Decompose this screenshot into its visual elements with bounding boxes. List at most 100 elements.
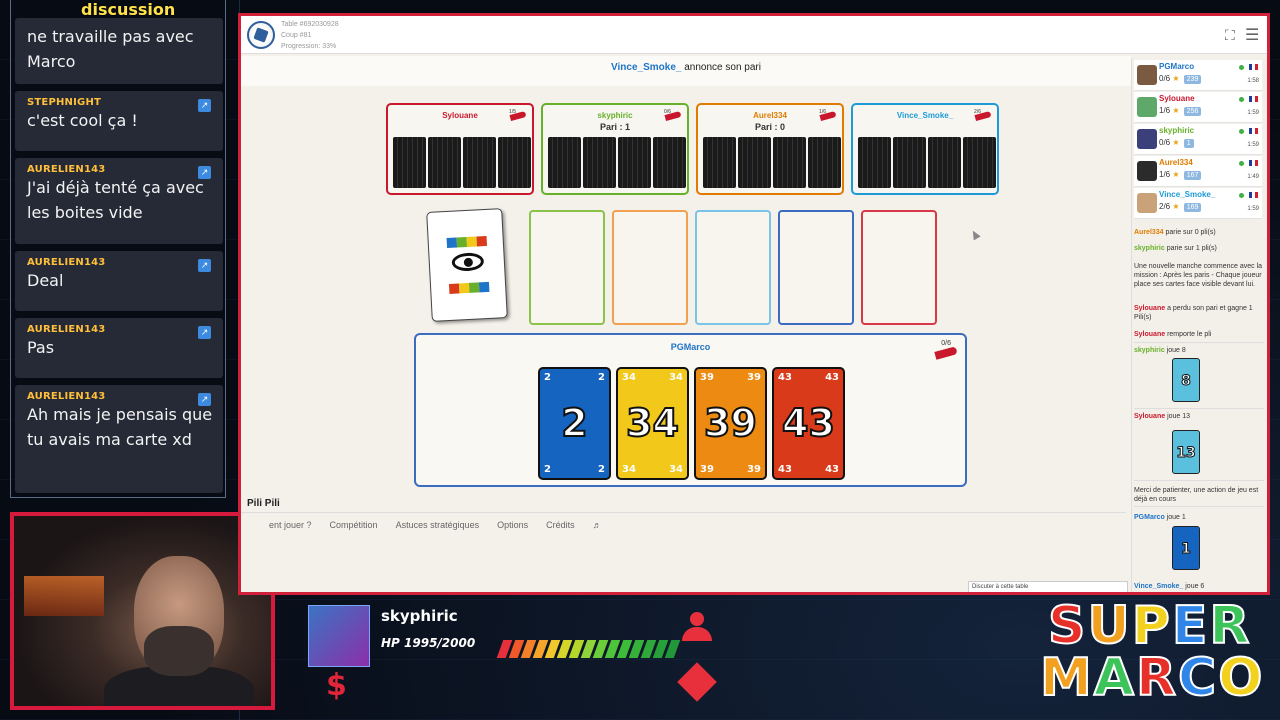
- play-slot-aurel334: [612, 210, 688, 325]
- online-status-icon: [1239, 97, 1244, 102]
- chat-message-user: AURELIEN143: [27, 257, 106, 268]
- hamburger-menu-icon[interactable]: ☰: [1245, 25, 1259, 44]
- chat-message-user: STEPHNIGHT: [27, 97, 102, 108]
- card-back: [773, 137, 806, 188]
- mouse-cursor-icon: [969, 228, 981, 241]
- divider: [241, 512, 1126, 513]
- boardgamearena-logo-icon[interactable]: [247, 21, 275, 49]
- log-entry: Vince_Smoke_ joue 6: [1134, 583, 1205, 590]
- play-slot-vince-smoke: [695, 210, 771, 325]
- card-back: [583, 137, 616, 188]
- game-tabs: ent jouer ? Compétition Astuces stratégi…: [269, 520, 602, 530]
- chat-message: AURELIEN143 Ah mais je pensais que tu av…: [15, 385, 223, 493]
- twitch-badge-icon: ↗: [198, 326, 211, 339]
- log-card: 8: [1172, 358, 1200, 402]
- table-info: Table #692030928 Coup #81 Progression: 3…: [281, 19, 339, 52]
- player-panel-name[interactable]: skyphiric: [1159, 126, 1194, 135]
- divider: [1134, 342, 1264, 343]
- avatar: [1137, 193, 1157, 213]
- log-entry: PGMarco joue 1: [1134, 514, 1186, 521]
- player-panel-name[interactable]: Sylouane: [1159, 94, 1195, 103]
- table-chat-input[interactable]: Discuter à cette table: [968, 581, 1128, 592]
- fullscreen-icon[interactable]: ⛶: [1225, 28, 1235, 44]
- hand-card-value: 43: [781, 400, 836, 446]
- hud-avatar: [308, 605, 370, 667]
- hand-card[interactable]: 39 39 39 39 39: [694, 367, 767, 480]
- opponent-board: skyphiric Pari : 1 0/6: [541, 103, 689, 195]
- webcam-background-shelf: [24, 576, 104, 616]
- france-flag-icon: [1249, 192, 1258, 198]
- player-panel-name[interactable]: Vince_Smoke_: [1159, 190, 1215, 199]
- chat-message: AURELIEN143 Pas ↗: [15, 318, 223, 378]
- opponent-pari: [853, 122, 997, 133]
- online-status-icon: [1239, 193, 1244, 198]
- hud-player-name: skyphiric: [381, 607, 458, 625]
- hand-score: 0/6: [941, 340, 951, 347]
- chat-message: AURELIEN143 Deal ↗: [15, 251, 223, 311]
- card-back: [963, 137, 996, 188]
- log-entry: Merci de patienter, une action de jeu es…: [1134, 487, 1259, 503]
- player-panel-score: 2/6 ★ 169: [1159, 202, 1202, 212]
- music-icon[interactable]: ♬: [593, 520, 602, 530]
- opponent-board: Sylouane 1/5: [386, 103, 534, 195]
- card-back: [808, 137, 841, 188]
- log-entry: Sylouane a perdu son pari et gagne 1 Pil…: [1134, 305, 1253, 321]
- tab-options[interactable]: Options: [497, 520, 528, 530]
- tab-how-to-play[interactable]: ent jouer ?: [269, 520, 312, 530]
- card-back: [738, 137, 771, 188]
- tab-strategy-tips[interactable]: Astuces stratégiques: [396, 520, 480, 530]
- chat-message-user: AURELIEN143: [27, 391, 106, 402]
- opponent-pari: Pari : 1: [599, 122, 630, 132]
- hud-currency-icon: $: [326, 668, 347, 703]
- log-card: 13: [1172, 430, 1200, 474]
- card-back: [393, 137, 426, 188]
- twitch-badge-icon: ↗: [198, 99, 211, 112]
- mission-card-stripe: [446, 235, 488, 249]
- divider: [1134, 408, 1264, 409]
- player-panel-name[interactable]: Aurel334: [1159, 158, 1193, 167]
- card-back: [653, 137, 686, 188]
- log-entry: Aurel334 parie sur 0 pli(s): [1134, 229, 1216, 236]
- webcam-person-beard: [144, 626, 214, 676]
- player-hand: PGMarco 0/6 22 2 22 34 34 34 34 34 39 39 39…: [414, 333, 967, 487]
- opponent-hand: [548, 137, 686, 188]
- player-panel-time: 1:59: [1247, 110, 1259, 116]
- twitch-badge-icon: ↗: [198, 259, 211, 272]
- opponent-board: Aurel334 Pari : 0 1/6: [696, 103, 844, 195]
- tab-credits[interactable]: Crédits: [546, 520, 575, 530]
- online-status-icon: [1239, 161, 1244, 166]
- france-flag-icon: [1249, 64, 1258, 70]
- divider: [1134, 480, 1264, 481]
- announce-user[interactable]: Vince_Smoke_: [611, 62, 681, 73]
- card-back: [548, 137, 581, 188]
- announce-message: annonce son pari: [681, 62, 761, 73]
- player-panel-entry[interactable]: Vince_Smoke_ 2/6 ★ 169 1:59: [1134, 188, 1262, 219]
- game-topbar: Table #692030928 Coup #81 Progression: 3…: [241, 16, 1267, 54]
- card-back: [463, 137, 496, 188]
- player-panel-entry[interactable]: skyphiric 0/6 ★ 1 1:59: [1134, 124, 1262, 155]
- twitch-badge-icon: ↗: [198, 166, 211, 179]
- log-entry: skyphiric parie sur 1 pli(s): [1134, 245, 1217, 252]
- logo-line-2: MARCO: [1039, 648, 1265, 708]
- divider: [1134, 506, 1264, 507]
- play-slot-skyphiric: [529, 210, 605, 325]
- hud-hp-text: HP 1995/2000: [381, 636, 476, 650]
- player-panel-entry[interactable]: Sylouane 1/6 ★ 256 1:59: [1134, 92, 1262, 123]
- player-panel-entry[interactable]: PGMarco 0/6 ★ 239 1:58: [1134, 60, 1262, 91]
- player-panel-name[interactable]: PGMarco: [1159, 62, 1194, 71]
- hand-card[interactable]: 34 34 34 34 34: [616, 367, 689, 480]
- super-marco-logo: SUPER MARCO: [1039, 599, 1270, 708]
- hand-player-name: PGMarco: [670, 342, 711, 352]
- hand-card[interactable]: 43 43 43 43 43: [772, 367, 845, 480]
- player-panel-entry[interactable]: Aurel334 1/6 ★ 167 1:49: [1134, 156, 1262, 187]
- play-slot-pgmarco: [778, 210, 854, 325]
- opponent-pari: [388, 122, 532, 133]
- mission-card[interactable]: [426, 208, 508, 322]
- hand-card[interactable]: 22 2 22: [538, 367, 611, 480]
- tab-competition[interactable]: Compétition: [330, 520, 378, 530]
- chat-title: discussion: [81, 0, 176, 19]
- chat-panel: discussion ne travaille pas avec Marco S…: [10, 0, 226, 498]
- player-panel-score: 0/6 ★ 1: [1159, 138, 1194, 148]
- online-status-icon: [1239, 65, 1244, 70]
- player-panel-score: 1/6 ★ 167: [1159, 170, 1202, 180]
